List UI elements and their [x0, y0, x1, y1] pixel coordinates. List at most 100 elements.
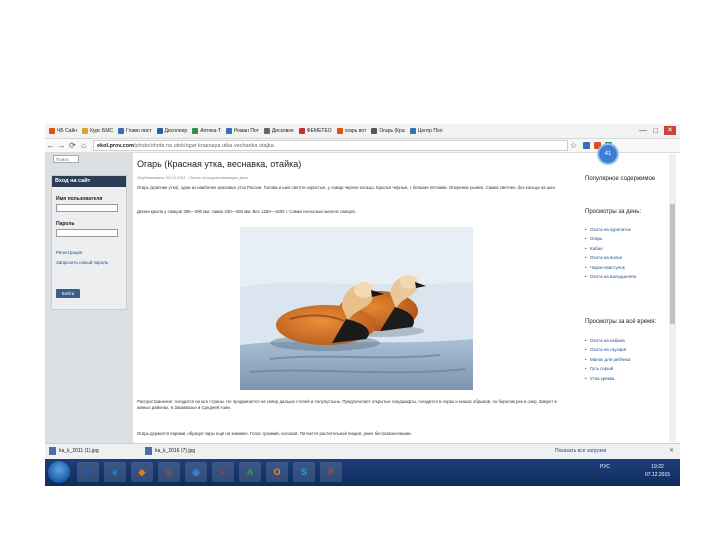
bookmark-item[interactable]: ФЕМЕТЕО: [298, 128, 332, 134]
ruddy-shelduck-image: [240, 227, 473, 390]
download-item[interactable]: ka_k_2016 (7).jpg: [145, 447, 195, 455]
system-tray: РУС: [600, 464, 610, 470]
back-icon[interactable]: ←: [45, 141, 56, 150]
search-input[interactable]: Поиск: [53, 155, 79, 163]
page-title: Огарь (Красная утка, веснавка, отайка): [137, 159, 302, 169]
start-button[interactable]: [48, 461, 70, 483]
right-sidebar: Популярное содержимое Просмотры за день:…: [585, 153, 665, 443]
extension-icon[interactable]: [583, 142, 590, 149]
bookmark-label: Аптека-Т: [200, 128, 222, 134]
bookmark-favicon-icon: [82, 128, 89, 134]
register-link[interactable]: Регистрация: [56, 250, 124, 256]
minimize-button[interactable]: —: [639, 126, 647, 135]
bookmark-favicon-icon: [49, 128, 55, 134]
screenshot: ЧБ Сайн Курс БМС Главн лист Дисплеер Аптека-…: [45, 124, 680, 486]
sidebar-link[interactable]: Утка кряква: [585, 376, 663, 382]
bookmark-favicon-icon: [371, 128, 378, 134]
clock[interactable]: 19:22 07.12.2015: [645, 463, 670, 479]
bookmark-favicon-icon: [192, 128, 199, 134]
bookmark-favicon-icon: [226, 128, 233, 134]
bookmark-label: Центр Пол: [417, 128, 443, 134]
bookmark-label: огарь вот: [344, 128, 367, 134]
bookmark-item[interactable]: огарь вот: [336, 128, 367, 134]
taskbar-app-icon[interactable]: ▣: [158, 462, 180, 482]
bookmark-label: Дисплеер: [164, 128, 188, 134]
download-filename: ka_k_2016 (7).jpg: [155, 448, 196, 454]
bookmark-item[interactable]: ЧБ Сайн: [49, 128, 77, 134]
sidebar-link[interactable]: Охота на кабана: [585, 338, 663, 344]
sidebar-link[interactable]: Огарь: [585, 236, 663, 242]
maximize-button[interactable]: □: [653, 126, 658, 135]
taskbar-app-icon[interactable]: A: [239, 462, 261, 482]
left-sidebar: Поиск Вход на сайт Имя пользователя Паро…: [45, 153, 133, 443]
bookmark-item[interactable]: Главн лист: [118, 128, 152, 134]
bookmark-item[interactable]: Роман Пот: [226, 128, 259, 134]
close-downloads-icon[interactable]: ✕: [669, 447, 674, 454]
new-password-link[interactable]: Запросить новый пароль: [56, 260, 124, 266]
password-field[interactable]: [56, 229, 118, 237]
reload-icon[interactable]: ⟳: [67, 141, 78, 150]
forward-icon[interactable]: →: [56, 141, 67, 150]
username-label: Имя пользователя: [56, 196, 103, 202]
url-host: ekol.prov.com: [97, 143, 134, 149]
bookmark-item[interactable]: Центр Пол: [409, 128, 443, 134]
bookmark-label: Главн лист: [126, 128, 152, 134]
main-content: Огарь (Красная утка, веснавка, отайка) О…: [137, 153, 577, 443]
popular-heading: Популярное содержимое: [585, 176, 656, 182]
image-file-icon: [49, 447, 56, 455]
clock-time: 19:22: [651, 464, 664, 470]
star-icon[interactable]: ☆: [568, 141, 579, 150]
sidebar-link[interactable]: Охота на вальдшнепа: [585, 274, 663, 280]
password-label: Пароль: [56, 221, 75, 227]
close-window-button[interactable]: ✕: [664, 126, 676, 135]
url-input[interactable]: ekol.prov.com/photo/ohota na utok/ogar k…: [93, 140, 568, 151]
home-icon[interactable]: ⌂: [78, 141, 89, 150]
bookmark-favicon-icon: [409, 128, 416, 134]
sidebar-link[interactable]: Охота на куропаток: [585, 227, 663, 233]
taskbar-app-icon[interactable]: O: [266, 462, 288, 482]
download-item[interactable]: ka_k_2011 (1).jpg: [49, 447, 99, 455]
login-title: Вход на сайт: [52, 176, 126, 187]
sidebar-link[interactable]: Кабан: [585, 246, 663, 252]
bookmark-favicon-icon: [263, 128, 270, 134]
sidebar-link[interactable]: Манок для рябчика: [585, 357, 663, 363]
bookmark-label: Курс БМС: [90, 128, 114, 134]
alltime-list: Охота на кабана Охота на глухаря Манок для…: [585, 338, 663, 385]
language-indicator[interactable]: РУС: [600, 464, 610, 470]
taskbar-app-icon[interactable]: e: [104, 462, 126, 482]
bookmark-item[interactable]: Дисковое: [263, 128, 294, 134]
address-bar: ← → ⟳ ⌂ ekol.prov.com/photo/ohota na uto…: [45, 139, 680, 153]
sidebar-link[interactable]: Охота на волка: [585, 255, 663, 261]
image-file-icon: [145, 447, 152, 455]
show-all-downloads-link[interactable]: Показать все загрузки: [555, 448, 606, 454]
taskbar-app-icon[interactable]: B: [77, 462, 99, 482]
bookmark-favicon-icon: [156, 128, 163, 134]
sidebar-link[interactable]: Гусь серый: [585, 366, 663, 372]
taskbar-app-icon[interactable]: ◆: [131, 462, 153, 482]
taskbar-app-icon[interactable]: P: [320, 462, 342, 482]
duck-photo: [240, 227, 473, 390]
taskbar-app-icon[interactable]: S: [293, 462, 315, 482]
taskbar-app-icon[interactable]: ●: [212, 462, 234, 482]
taskbar-app-icon[interactable]: ◉: [185, 462, 207, 482]
bookmark-item[interactable]: Огарь (Кра: [371, 128, 405, 134]
login-button[interactable]: Войти: [56, 289, 80, 298]
article-paragraph: Длина крыла у самцов 355—390 мм, самок 3…: [137, 209, 356, 214]
bookmark-item[interactable]: Курс БМС: [82, 128, 113, 134]
sidebar-link[interactable]: Охота на глухаря: [585, 347, 663, 353]
sidebar-link[interactable]: Чирок-свистунок: [585, 265, 663, 271]
url-path: /photo/ohota na utok/ogar krasnaya utka …: [133, 143, 274, 149]
username-field[interactable]: [56, 204, 118, 212]
article-paragraph: Огарь (красная утка), одна из наиболее к…: [137, 185, 557, 190]
bookmark-item[interactable]: Дисплеер: [156, 128, 188, 134]
bookmark-label: Дисковое: [271, 128, 294, 134]
page-scrollbar[interactable]: [669, 154, 676, 442]
today-heading: Просмотры за день:: [585, 209, 642, 215]
alltime-heading: Просмотры за всё время:: [585, 319, 657, 325]
login-block: Вход на сайт Имя пользователя Пароль Рег…: [51, 175, 127, 310]
article-meta: Опубликовано: 05.10.2011 · Охота на водо…: [137, 175, 249, 180]
download-filename: ka_k_2011 (1).jpg: [59, 448, 99, 454]
bookmark-item[interactable]: Аптека-Т: [192, 128, 221, 134]
bookmark-favicon-icon: [336, 128, 343, 134]
scroll-thumb[interactable]: [670, 204, 675, 324]
